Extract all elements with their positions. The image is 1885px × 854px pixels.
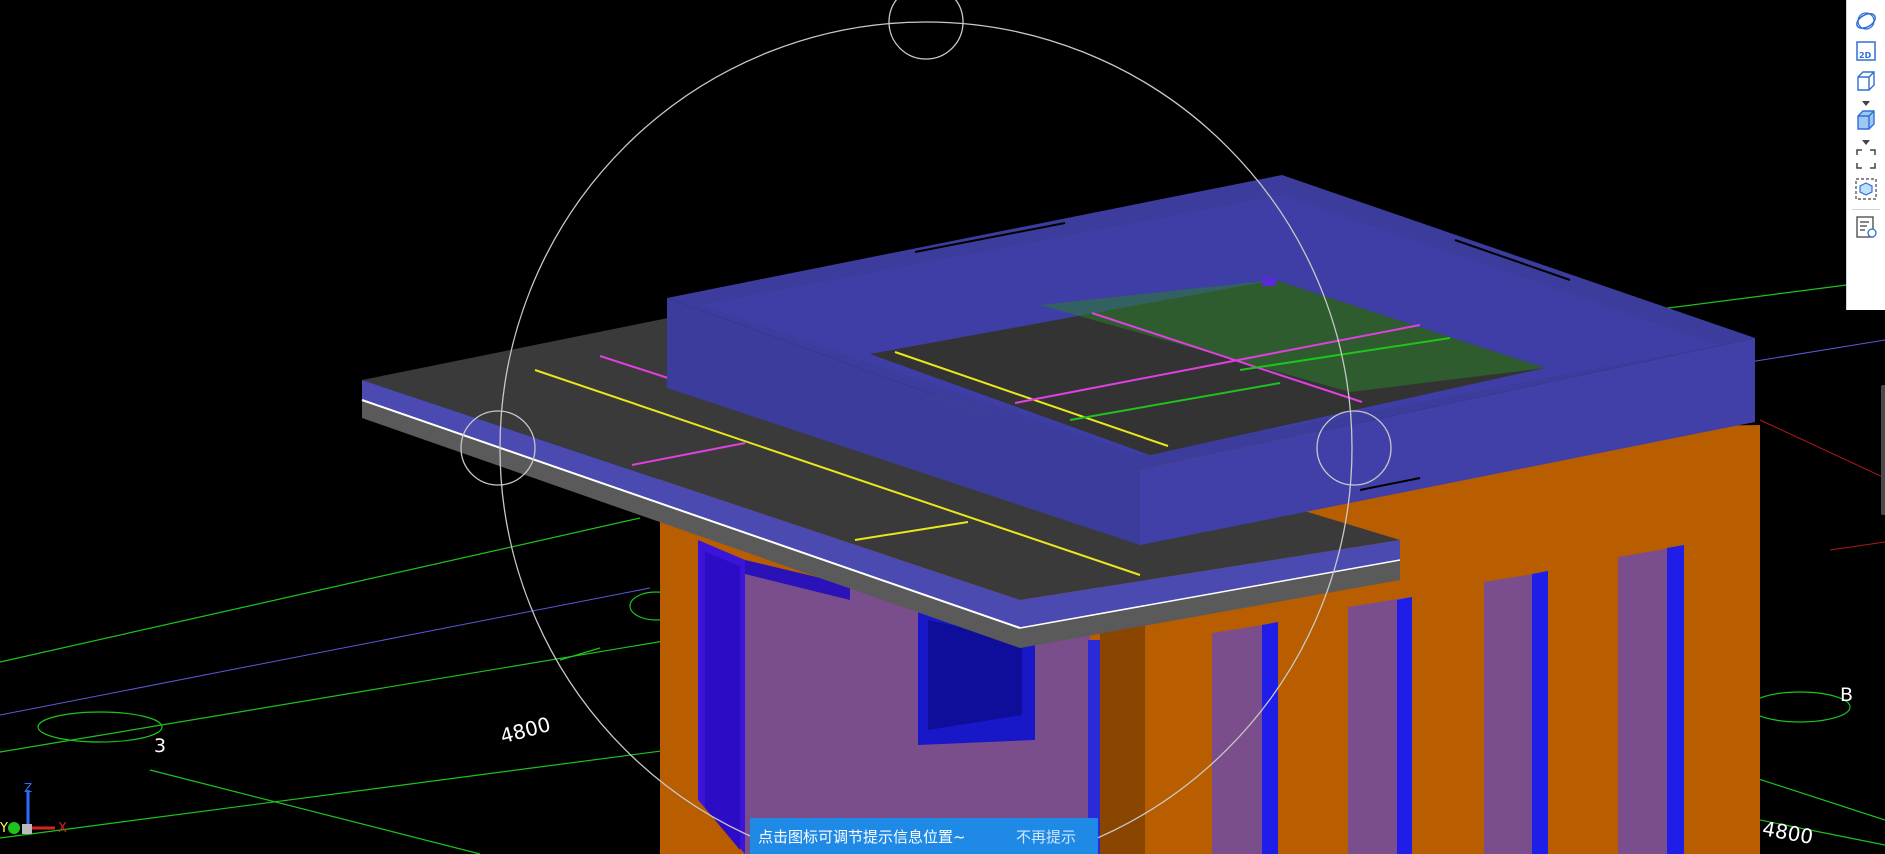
svg-text:2D: 2D [1859,51,1872,60]
tip-message: 点击图标可调节提示信息位置~ [758,827,966,846]
model-canvas[interactable]: 3 4 B 4800 4800 [0,0,1885,854]
axis-triad: Z X Y [0,781,67,836]
2d-view-icon: 2D [1854,39,1878,67]
properties-panel-button[interactable] [1851,214,1881,244]
selection-view-icon [1854,177,1878,205]
shaded-dropdown-toggle[interactable] [1861,135,1871,145]
grid-axis-bubble-b[interactable]: B [1749,684,1853,723]
full-extent-button[interactable] [1851,146,1881,176]
dimension-label: 4800 [1761,816,1815,848]
tip-dismiss-link[interactable]: 不再提示 [1016,826,1076,847]
axis-x-label: X [58,821,67,836]
axis-y-label: Y [0,821,8,836]
selection-view-button[interactable] [1851,176,1881,206]
grid-axis-label-3: 3 [154,735,166,757]
toolbar-divider [1852,209,1880,210]
properties-panel-icon [1854,215,1878,243]
2d-view-button[interactable]: 2D [1851,38,1881,68]
grid-axis-label-b: B [1840,684,1853,706]
orbit-button[interactable] [1851,8,1881,38]
orbit-icon [1854,9,1878,37]
3d-viewport[interactable]: 3 4 B 4800 4800 [0,0,1885,854]
view-toolbar: 2D [1846,0,1885,310]
tip-bar[interactable]: 点击图标可调节提示信息位置~ 不再提示 [750,818,1098,854]
axis-z-label: Z [24,781,32,795]
side-panel-handle[interactable] [1881,385,1885,515]
full-extent-icon [1854,147,1878,175]
wireframe-dropdown-toggle[interactable] [1861,96,1871,106]
dimension-label: 4800 [498,712,553,748]
